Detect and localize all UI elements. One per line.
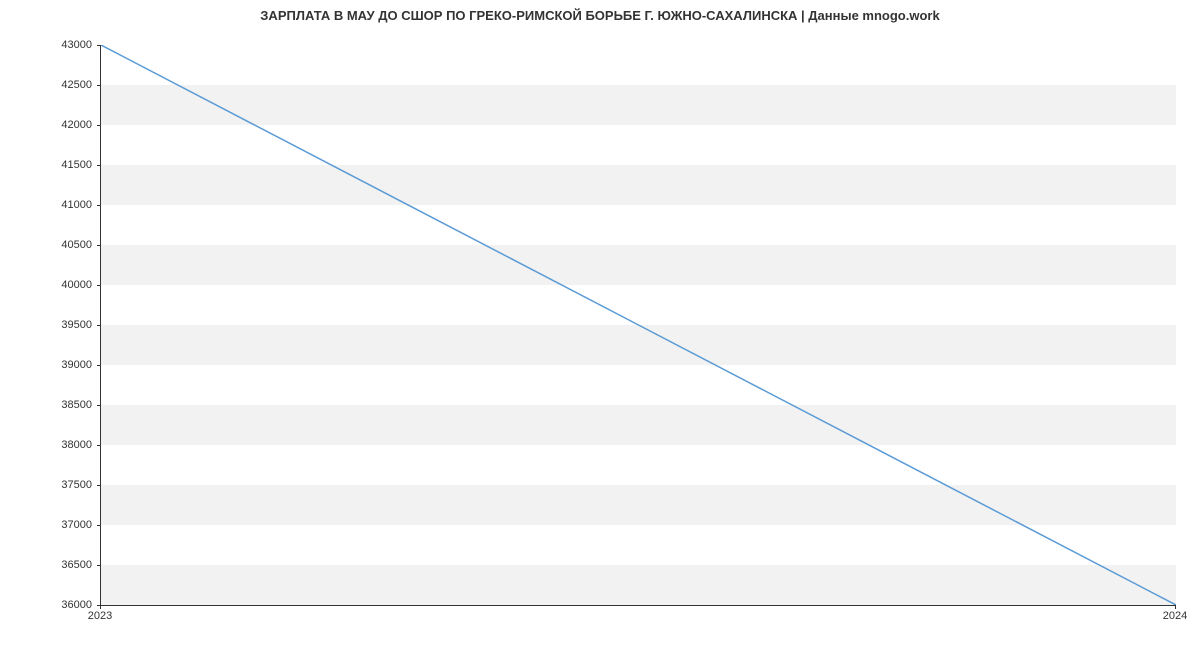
chart-title: ЗАРПЛАТА В МАУ ДО СШОР ПО ГРЕКО-РИМСКОЙ … [0,8,1200,23]
y-tick-label: 43000 [32,39,92,51]
y-tick-label: 37000 [32,519,92,531]
y-tick-label: 42000 [32,119,92,131]
y-tick-mark [97,485,101,486]
y-tick-mark [97,85,101,86]
y-tick-label: 41000 [32,199,92,211]
y-tick-mark [97,405,101,406]
x-tick-label: 2024 [1163,610,1187,622]
line-series [101,45,1176,605]
y-tick-mark [97,245,101,246]
y-tick-mark [97,445,101,446]
y-tick-mark [97,285,101,286]
chart-container: ЗАРПЛАТА В МАУ ДО СШОР ПО ГРЕКО-РИМСКОЙ … [0,0,1200,650]
y-tick-label: 36500 [32,559,92,571]
y-tick-mark [97,205,101,206]
y-tick-label: 41500 [32,159,92,171]
y-tick-mark [97,365,101,366]
y-tick-label: 40000 [32,279,92,291]
y-tick-mark [97,565,101,566]
y-tick-label: 42500 [32,79,92,91]
y-tick-mark [97,45,101,46]
y-tick-mark [97,165,101,166]
x-tick-mark [1175,605,1176,609]
y-tick-label: 39500 [32,319,92,331]
plot-area [100,45,1176,606]
y-tick-label: 37500 [32,479,92,491]
y-tick-label: 39000 [32,359,92,371]
y-tick-label: 38500 [32,399,92,411]
y-tick-label: 40500 [32,239,92,251]
y-tick-label: 38000 [32,439,92,451]
x-tick-label: 2023 [88,610,112,622]
y-tick-mark [97,125,101,126]
y-tick-mark [97,325,101,326]
y-tick-label: 36000 [32,599,92,611]
x-tick-mark [100,605,101,609]
y-tick-mark [97,525,101,526]
